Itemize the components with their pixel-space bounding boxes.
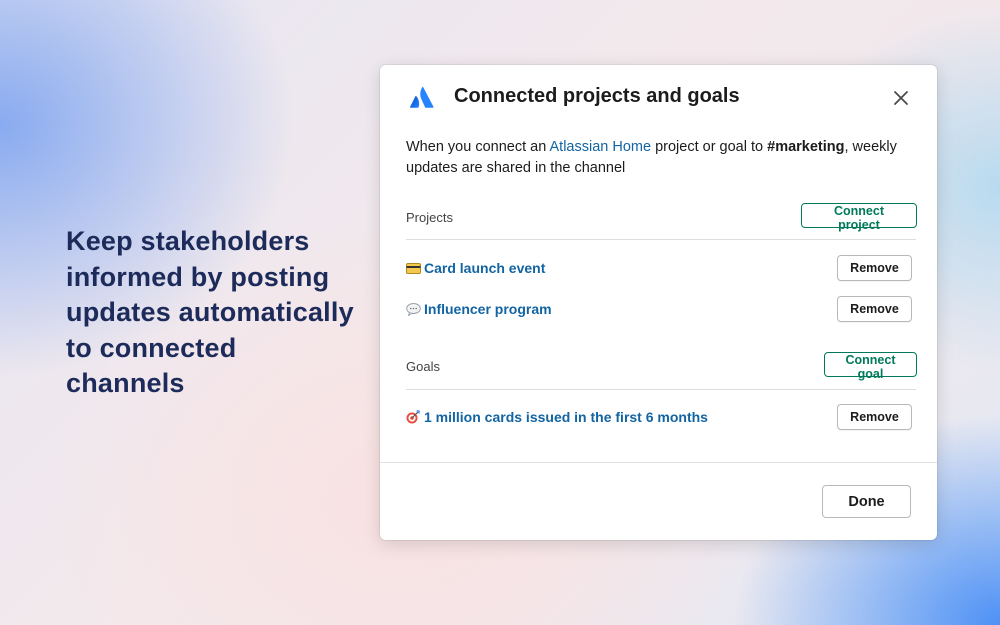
remove-project-button[interactable]: Remove <box>837 296 912 322</box>
projects-divider <box>406 239 916 240</box>
speech-bubble-icon <box>406 302 422 316</box>
description-text: When you connect an <box>406 139 550 155</box>
channel-name: #marketing <box>767 139 845 155</box>
atlassian-home-link[interactable]: Atlassian Home <box>550 139 652 155</box>
close-icon[interactable] <box>890 87 912 109</box>
remove-goal-button[interactable]: Remove <box>837 404 912 430</box>
dialog-title: Connected projects and goals <box>454 85 740 107</box>
goal-link-1-million-cards[interactable]: 1 million cards issued in the first 6 mo… <box>424 409 708 425</box>
connected-projects-dialog: Connected projects and goals When you co… <box>380 65 937 540</box>
description-text: project or goal to <box>651 139 768 155</box>
done-button[interactable]: Done <box>822 485 911 518</box>
target-icon <box>406 410 422 424</box>
project-item: Card launch event Remove <box>406 255 912 281</box>
tagline: Keep stakeholders informed by posting up… <box>66 226 354 398</box>
atlassian-logo-icon <box>410 86 434 108</box>
footer-divider <box>380 462 937 463</box>
remove-project-button[interactable]: Remove <box>837 255 912 281</box>
connect-project-button[interactable]: Connect project <box>801 203 917 232</box>
connect-goal-button[interactable]: Connect goal <box>824 352 917 381</box>
dialog-description: When you connect an Atlassian Home proje… <box>406 137 906 179</box>
goals-divider <box>406 389 916 390</box>
project-link-influencer-program[interactable]: Influencer program <box>424 301 552 317</box>
goals-section-label: Goals <box>406 359 440 374</box>
projects-section-label: Projects <box>406 210 453 225</box>
credit-card-icon <box>406 261 422 275</box>
project-link-card-launch-event[interactable]: Card launch event <box>424 260 545 276</box>
goal-item: 1 million cards issued in the first 6 mo… <box>406 404 912 430</box>
project-item: Influencer program Remove <box>406 296 912 322</box>
